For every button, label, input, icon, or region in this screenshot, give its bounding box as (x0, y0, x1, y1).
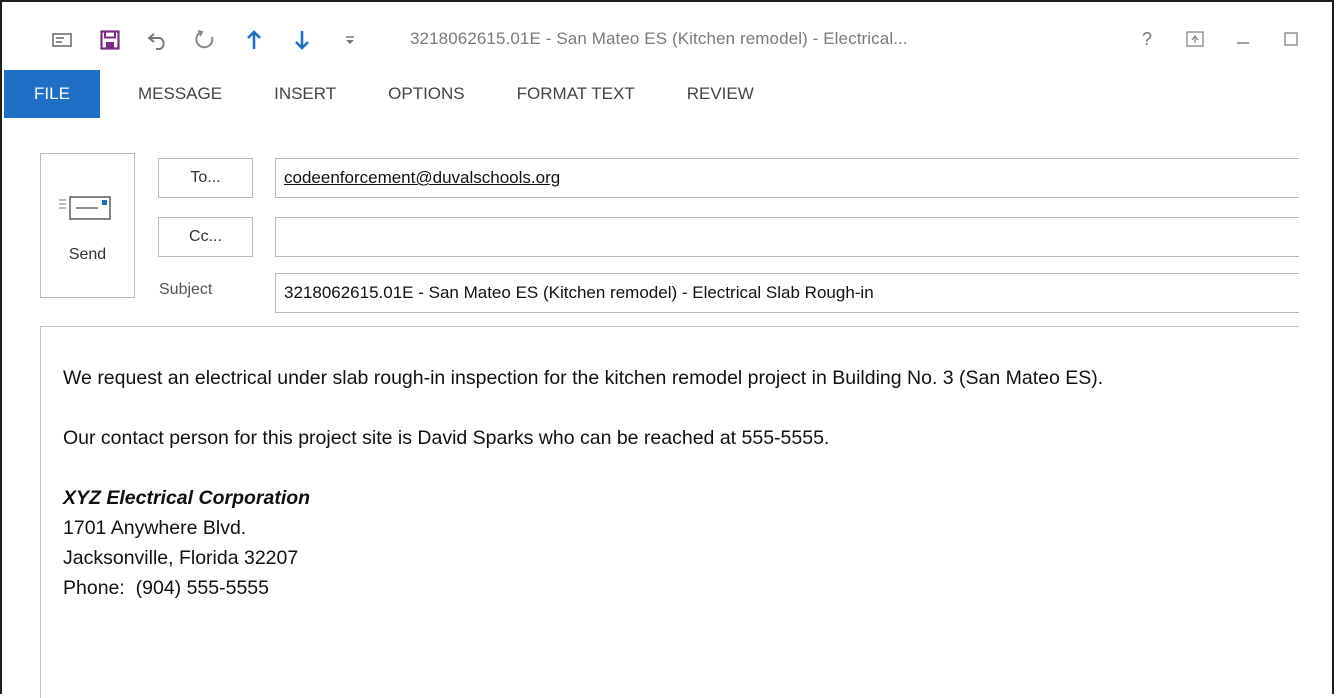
signature-phone: Phone: (904) 555-5555 (63, 577, 269, 599)
message-text: We request an electrical under slab roug… (63, 363, 1293, 603)
to-recipient[interactable]: codeenforcement@duvalschools.org (284, 168, 560, 188)
customize-toolbar-icon[interactable] (338, 28, 362, 52)
arrow-down-icon[interactable] (290, 28, 314, 52)
save-icon[interactable] (98, 28, 122, 52)
signature-address-1: 1701 Anywhere Blvd. (63, 517, 247, 539)
redo-icon[interactable] (194, 28, 218, 52)
arrow-up-icon[interactable] (242, 28, 266, 52)
tab-options[interactable]: OPTIONS (362, 70, 491, 118)
send-button[interactable]: Send (40, 153, 135, 298)
body-paragraph-1: We request an electrical under slab roug… (63, 367, 1104, 389)
ribbon-tabs: FILE MESSAGE INSERT OPTIONS FORMAT TEXT … (2, 70, 1332, 118)
to-button[interactable]: To... (158, 158, 253, 198)
help-icon[interactable]: ? (1136, 28, 1158, 50)
maximize-icon[interactable] (1280, 28, 1302, 50)
outlook-compose-window: 3218062615.01E - San Mateo ES (Kitchen r… (0, 0, 1334, 698)
subject-label: Subject (159, 281, 213, 298)
send-label: Send (68, 246, 107, 263)
send-mail-icon (58, 194, 116, 229)
tab-file[interactable]: FILE (4, 70, 100, 118)
tab-format-text[interactable]: FORMAT TEXT (491, 70, 661, 118)
to-field[interactable]: codeenforcement@duvalschools.org (275, 158, 1299, 198)
signature-address-2: Jacksonville, Florida 32207 (63, 547, 299, 569)
message-icon[interactable] (50, 28, 74, 52)
body-paragraph-2: Our contact person for this project site… (63, 427, 830, 449)
window-controls: ? (1110, 28, 1302, 50)
undo-icon[interactable] (146, 28, 170, 52)
cc-button[interactable]: Cc... (158, 217, 253, 257)
tab-review[interactable]: REVIEW (661, 70, 780, 118)
subject-field[interactable]: 3218062615.01E - San Mateo ES (Kitchen r… (275, 273, 1299, 313)
minimize-icon[interactable] (1232, 28, 1254, 50)
quick-access-toolbar (50, 28, 362, 52)
cc-field[interactable] (275, 217, 1299, 257)
message-body[interactable]: We request an electrical under slab roug… (40, 326, 1299, 698)
title-bar: 3218062615.01E - San Mateo ES (Kitchen r… (2, 2, 1332, 70)
ribbon-display-options-icon[interactable] (1184, 28, 1206, 50)
window-title: 3218062615.01E - San Mateo ES (Kitchen r… (410, 29, 908, 48)
signature-company: XYZ Electrical Corporation (63, 487, 311, 509)
tab-insert[interactable]: INSERT (248, 70, 362, 118)
tab-message[interactable]: MESSAGE (100, 70, 248, 118)
